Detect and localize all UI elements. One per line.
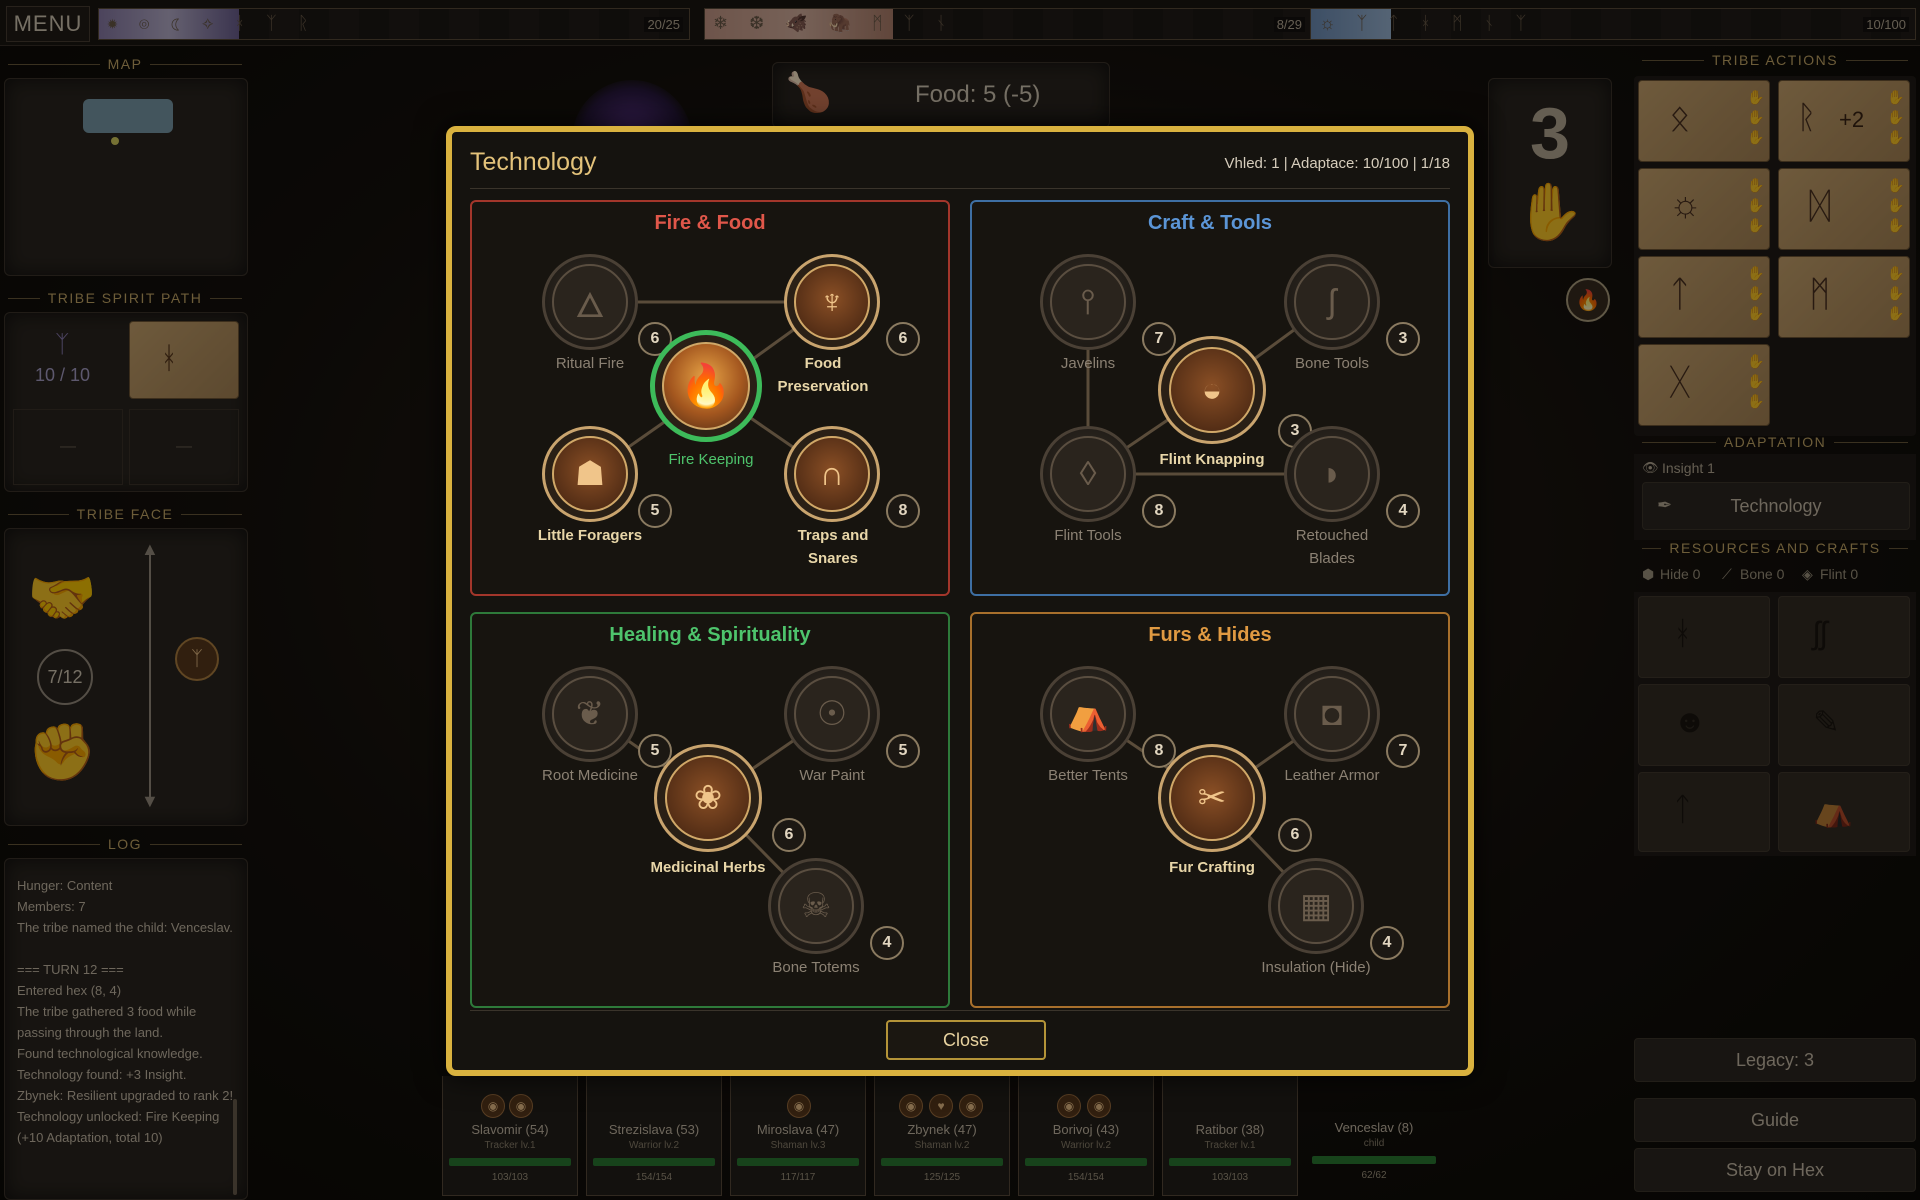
tech-cost: 4 <box>1386 494 1420 528</box>
close-button[interactable]: Close <box>886 1020 1046 1060</box>
tech-label: Fur Crafting <box>1169 859 1255 876</box>
armor-icon: ◘ <box>1294 676 1370 752</box>
technology-modal: Technology Vhled: 1 | Adaptace: 10/100 |… <box>446 126 1474 1076</box>
tech-flint-knapping[interactable]: ◒ <box>1158 336 1266 444</box>
tech-cost: 4 <box>1370 926 1404 960</box>
tech-cost: 5 <box>886 734 920 768</box>
foragers-icon: ☗ <box>552 436 628 512</box>
tech-label: Ritual Fire <box>555 355 625 372</box>
tech-cost: 6 <box>886 322 920 356</box>
tech-cost: 8 <box>1142 494 1176 528</box>
totem-icon: ☠ <box>778 868 854 944</box>
tech-cost: 3 <box>1386 322 1420 356</box>
section-craft-tools: Craft & Tools ⫯ 7 Javelins ʃ 3 Bone Tool… <box>970 200 1450 596</box>
tech-better-tents[interactable]: ⛺ <box>1040 666 1136 762</box>
tech-cost: 7 <box>1142 322 1176 356</box>
ritual-fire-icon: 🜂 <box>552 264 628 340</box>
mortar-icon: ❦ <box>552 676 628 752</box>
tech-cost: 4 <box>870 926 904 960</box>
tech-flint-tools[interactable]: ◊ <box>1040 426 1136 522</box>
divider <box>470 1010 1450 1011</box>
flint-tool-icon: ◊ <box>1050 436 1126 512</box>
divider <box>470 188 1450 189</box>
tech-label: Root Medicine <box>542 767 638 784</box>
tech-cost: 5 <box>638 494 672 528</box>
tech-label: Insulation (Hide) <box>1261 959 1371 976</box>
tech-medicinal-herbs[interactable]: ❀ <box>654 744 762 852</box>
tech-ritual-fire[interactable]: 🜂 <box>542 254 638 350</box>
tech-little-foragers[interactable]: ☗ <box>542 426 638 522</box>
snare-icon: ∩ <box>794 436 870 512</box>
blade-icon: ◗ <box>1294 436 1370 512</box>
modal-title: Technology <box>470 148 597 176</box>
tech-cost: 6 <box>1278 818 1312 852</box>
tech-label: Bone Tools <box>1295 355 1369 372</box>
herbs-icon: ❀ <box>665 755 751 841</box>
tech-label: Food Preservation <box>777 355 869 395</box>
tech-javelins[interactable]: ⫯ <box>1040 254 1136 350</box>
tech-label: Medicinal Herbs <box>650 859 766 876</box>
tech-retouched-blades[interactable]: ◗ <box>1284 426 1380 522</box>
flint-stones-icon: ◒ <box>1169 347 1255 433</box>
tech-war-paint[interactable]: ☉ <box>784 666 880 762</box>
tech-label: War Paint <box>799 767 865 784</box>
tech-root-medicine[interactable]: ❦ <box>542 666 638 762</box>
tech-label: Leather Armor <box>1284 767 1380 784</box>
tech-label: Traps and Snares <box>797 527 869 567</box>
tech-insulation-hide[interactable]: ▦ <box>1268 858 1364 954</box>
tech-fur-crafting[interactable]: ✂ <box>1158 744 1266 852</box>
tech-label: Javelins <box>1060 355 1116 372</box>
hide-rack-icon: ▦ <box>1278 868 1354 944</box>
tent-icon: ⛺ <box>1050 676 1126 752</box>
tech-traps-and-snares[interactable]: ∩ <box>784 426 880 522</box>
tech-label: Retouched Blades <box>1295 527 1369 567</box>
javelin-icon: ⫯ <box>1050 264 1126 340</box>
tech-fire-keeping[interactable]: 🔥 <box>650 330 762 442</box>
tech-bone-totems[interactable]: ☠ <box>768 858 864 954</box>
tech-cost: 7 <box>1386 734 1420 768</box>
fur-roll-icon: ✂ <box>1169 755 1255 841</box>
tech-label: Flint Tools <box>1054 527 1122 544</box>
tech-leather-armor[interactable]: ◘ <box>1284 666 1380 762</box>
section-furs-hides: Furs & Hides ⛺ 8 Better Tents ◘ 7 Leathe… <box>970 612 1450 1008</box>
tech-bone-tools[interactable]: ʃ <box>1284 254 1380 350</box>
war-paint-icon: ☉ <box>794 676 870 752</box>
bone-hook-icon: ʃ <box>1294 264 1370 340</box>
campfire-icon: 🔥 <box>662 342 750 430</box>
section-healing-spirituality: Healing & Spirituality ❦ 5 Root Medicine… <box>470 612 950 1008</box>
tech-label: Better Tents <box>1048 767 1128 784</box>
tech-label: Fire Keeping <box>668 451 754 468</box>
tech-food-preservation[interactable]: ♆ <box>784 254 880 350</box>
tech-cost: 8 <box>886 494 920 528</box>
tech-label: Little Foragers <box>537 527 643 544</box>
tech-label: Bone Totems <box>772 959 860 976</box>
section-fire-food: Fire & Food 🜂 6 Ritual Fire ♆ 6 Food Pre… <box>470 200 950 596</box>
modal-stats: Vhled: 1 | Adaptace: 10/100 | 1/18 <box>1224 155 1450 172</box>
tech-label: Flint Knapping <box>1159 451 1265 468</box>
food-preservation-icon: ♆ <box>794 264 870 340</box>
tech-cost: 6 <box>772 818 806 852</box>
